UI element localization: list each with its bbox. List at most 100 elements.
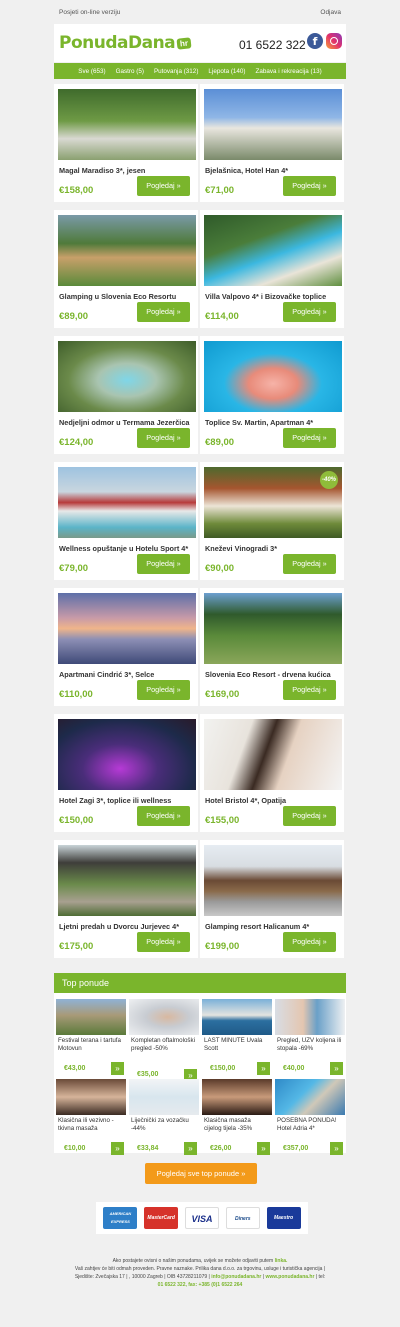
offer-title[interactable]: Hotel Bristol 4*, Opatija [205, 796, 341, 805]
view-offer-button[interactable]: Pogledaj » [283, 176, 336, 196]
top-offer-arrow-button[interactable]: » [111, 1142, 124, 1155]
offer-title[interactable]: Wellness opuštanje u Hotelu Sport 4* [59, 544, 195, 553]
facebook-icon[interactable]: f [307, 33, 323, 49]
unsubscribe-link[interactable]: Odjava [320, 9, 341, 16]
view-offer-button[interactable]: Pogledaj » [137, 176, 190, 196]
unsubscribe-footer-link[interactable]: linka. [275, 1258, 288, 1264]
offer-card[interactable]: Ljetni predah u Dvorcu Jurjevec 4* €175,… [54, 840, 198, 958]
offer-card[interactable]: Hotel Bristol 4*, Opatija €155,00 Pogled… [200, 714, 344, 832]
offer-card[interactable]: Magal Maradiso 3*, jesen €158,00 Pogleda… [54, 84, 198, 202]
top-offer-item[interactable]: LAST MINUTE Uvala Scott €150,00 » [202, 999, 272, 1079]
top-offer-image[interactable] [202, 1079, 272, 1115]
top-offer-image[interactable] [129, 999, 199, 1035]
offer-title[interactable]: Kneževi Vinogradi 3* [205, 544, 341, 553]
offer-card[interactable]: Glamping resort Halicanum 4* €199,00 Pog… [200, 840, 344, 958]
offer-image[interactable] [58, 467, 196, 538]
offer-title[interactable]: Villa Valpovo 4* i Bizovačke toplice [205, 292, 341, 301]
offer-image[interactable] [58, 341, 196, 412]
offer-title[interactable]: Glamping resort Halicanum 4* [205, 922, 341, 931]
top-offer-item[interactable]: Festival terana i tartufa Motovun €43,00… [56, 999, 126, 1079]
top-offer-item[interactable]: Kompletan oftalmološki pregled -50% €35,… [129, 999, 199, 1082]
offer-image[interactable] [58, 593, 196, 664]
view-online-link[interactable]: Posjeti on-line verziju [59, 9, 120, 16]
top-offer-image[interactable] [275, 1079, 345, 1115]
nav-item-ljepota[interactable]: Ljepota (140) [208, 68, 245, 75]
offer-title[interactable]: Glamping u Slovenia Eco Resortu [59, 292, 195, 301]
top-offer-image[interactable] [275, 999, 345, 1035]
nav-item-zabava[interactable]: Zabava i rekreacija (13) [256, 68, 322, 75]
view-offer-button[interactable]: Pogledaj » [283, 932, 336, 952]
offer-title[interactable]: Slovenia Eco Resort - drvena kućica [205, 670, 341, 679]
offer-image[interactable] [204, 215, 342, 286]
top-offer-arrow-button[interactable]: » [184, 1142, 197, 1155]
offer-card[interactable]: Wellness opuštanje u Hotelu Sport 4* €79… [54, 462, 198, 580]
top-offer-arrow-button[interactable]: » [257, 1142, 270, 1155]
top-offer-title[interactable]: LAST MINUTE Uvala Scott [204, 1037, 270, 1053]
top-offer-title[interactable]: Klasična ili vezivno - tkivna masaža [58, 1117, 124, 1133]
top-offer-title[interactable]: Pregled, UZV koljena ili stopala -69% [277, 1037, 343, 1053]
offer-image[interactable]: -40% [204, 467, 342, 538]
top-offer-image[interactable] [56, 1079, 126, 1115]
view-offer-button[interactable]: Pogledaj » [137, 302, 190, 322]
view-offer-button[interactable]: Pogledaj » [283, 554, 336, 574]
top-offer-title[interactable]: Klasična masaža cijelog tijela -35% [204, 1117, 270, 1133]
nav-item-putovanja[interactable]: Putovanja (312) [154, 68, 198, 75]
view-offer-button[interactable]: Pogledaj » [137, 680, 190, 700]
nav-item-gastro[interactable]: Gastro (5) [116, 68, 144, 75]
top-offer-arrow-button[interactable]: » [257, 1062, 270, 1075]
top-offer-arrow-button[interactable]: » [111, 1062, 124, 1075]
top-offer-title[interactable]: Kompletan oftalmološki pregled -50% [131, 1037, 197, 1053]
top-offer-title[interactable]: Liječnički za vozačku -44% [131, 1117, 197, 1133]
website-link[interactable]: www.ponudadana.hr [265, 1274, 314, 1280]
top-offer-arrow-button[interactable]: » [330, 1142, 343, 1155]
offer-title[interactable]: Apartmani Cindrić 3*, Selce [59, 670, 195, 679]
view-offer-button[interactable]: Pogledaj » [283, 680, 336, 700]
offer-title[interactable]: Magal Maradiso 3*, jesen [59, 166, 195, 175]
offer-title[interactable]: Nedjeljni odmor u Termama Jezerčica [59, 418, 195, 427]
instagram-icon[interactable] [326, 33, 342, 49]
offer-card[interactable]: Bjelašnica, Hotel Han 4* €71,00 Pogledaj… [200, 84, 344, 202]
top-offer-image[interactable] [129, 1079, 199, 1115]
offer-image[interactable] [58, 89, 196, 160]
view-offer-button[interactable]: Pogledaj » [283, 806, 336, 826]
logo[interactable]: PonudaDana hr [59, 32, 192, 54]
offer-title[interactable]: Bjelašnica, Hotel Han 4* [205, 166, 341, 175]
offer-image[interactable] [204, 593, 342, 664]
offer-image[interactable] [58, 845, 196, 916]
top-offer-title[interactable]: POSEBNA PONUDA! Hotel Adria 4* [277, 1117, 343, 1133]
top-offer-title[interactable]: Festival terana i tartufa Motovun [58, 1037, 124, 1053]
offer-card[interactable]: Hotel Zagi 3*, toplice ili wellness €150… [54, 714, 198, 832]
offer-card[interactable]: -40% Kneževi Vinogradi 3* €90,00 Pogleda… [200, 462, 344, 580]
offer-title[interactable]: Toplice Sv. Martin, Apartman 4* [205, 418, 341, 427]
offer-title[interactable]: Ljetni predah u Dvorcu Jurjevec 4* [59, 922, 195, 931]
top-offer-arrow-button[interactable]: » [330, 1062, 343, 1075]
top-offer-image[interactable] [56, 999, 126, 1035]
offer-card[interactable]: Nedjeljni odmor u Termama Jezerčica €124… [54, 336, 198, 454]
offer-image[interactable] [204, 845, 342, 916]
view-offer-button[interactable]: Pogledaj » [137, 932, 190, 952]
view-offer-button[interactable]: Pogledaj » [137, 806, 190, 826]
offer-image[interactable] [204, 89, 342, 160]
view-offer-button[interactable]: Pogledaj » [137, 554, 190, 574]
offer-card[interactable]: Apartmani Cindrić 3*, Selce €110,00 Pogl… [54, 588, 198, 706]
view-offer-button[interactable]: Pogledaj » [283, 428, 336, 448]
view-offer-button[interactable]: Pogledaj » [137, 428, 190, 448]
offer-card[interactable]: Toplice Sv. Martin, Apartman 4* €89,00 P… [200, 336, 344, 454]
top-offer-item[interactable]: POSEBNA PONUDA! Hotel Adria 4* €357,00 » [275, 1079, 345, 1159]
top-offer-item[interactable]: Klasična masaža cijelog tijela -35% €26,… [202, 1079, 272, 1159]
offer-title[interactable]: Hotel Zagi 3*, toplice ili wellness [59, 796, 195, 805]
offer-image[interactable] [204, 719, 342, 790]
top-offer-item[interactable]: Klasična ili vezivno - tkivna masaža €10… [56, 1079, 126, 1159]
view-offer-button[interactable]: Pogledaj » [283, 302, 336, 322]
offer-card[interactable]: Villa Valpovo 4* i Bizovačke toplice €11… [200, 210, 344, 328]
offer-card[interactable]: Slovenia Eco Resort - drvena kućica €169… [200, 588, 344, 706]
offer-image[interactable] [58, 719, 196, 790]
offer-image[interactable] [204, 341, 342, 412]
nav-item-sve[interactable]: Sve (653) [78, 68, 105, 75]
view-all-top-offers-button[interactable]: Pogledaj sve top ponude » [145, 1163, 257, 1184]
top-offer-item[interactable]: Pregled, UZV koljena ili stopala -69% €4… [275, 999, 345, 1079]
top-offer-image[interactable] [202, 999, 272, 1035]
top-offer-item[interactable]: Liječnički za vozačku -44% €33,84 » [129, 1079, 199, 1159]
email-link[interactable]: info@ponudadana.hr [211, 1274, 261, 1280]
offer-card[interactable]: Glamping u Slovenia Eco Resortu €89,00 P… [54, 210, 198, 328]
